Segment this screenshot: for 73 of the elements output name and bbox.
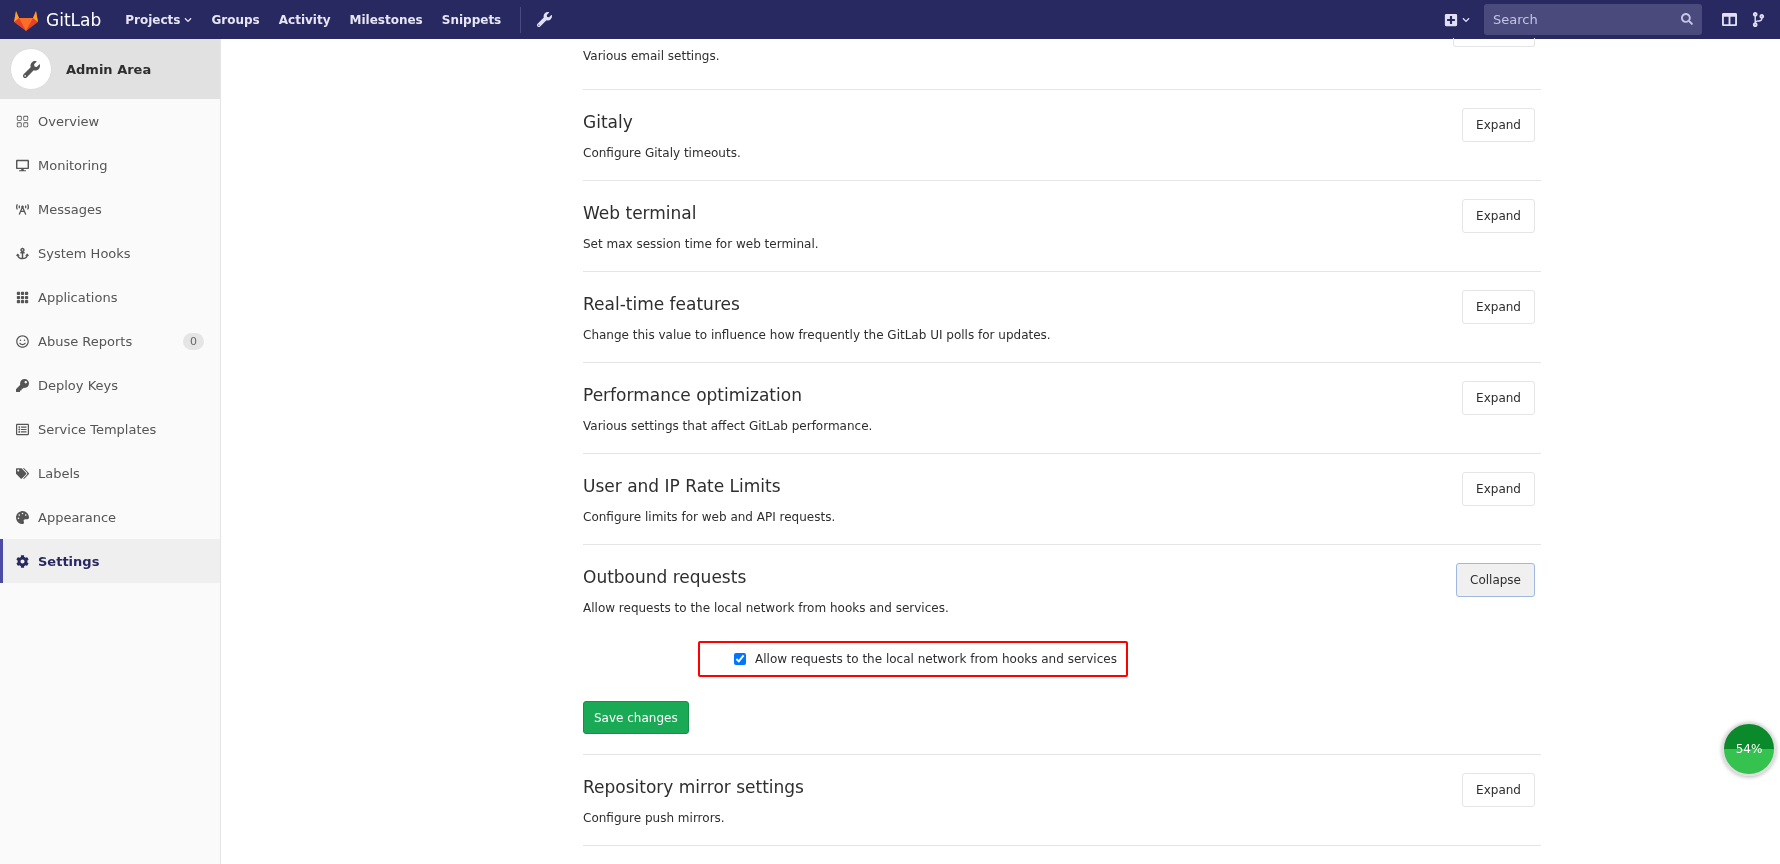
section-title: Web terminal [583, 203, 698, 223]
anchor-icon [16, 246, 29, 260]
expand-button[interactable]: Expand [1462, 472, 1535, 506]
sidebar-item-label: Applications [38, 289, 118, 305]
grid-icon [16, 290, 29, 304]
nav-link[interactable]: Milestones [349, 12, 423, 27]
sidebar-item-label: Messages [38, 201, 102, 217]
sidebar-item[interactable]: Deploy Keys [0, 363, 220, 407]
checkbox[interactable] [734, 653, 746, 665]
checkbox-label[interactable]: Allow requests to the local network from hooks and services [755, 652, 1117, 666]
sidebar-item-label: Labels [38, 465, 80, 481]
nav-link[interactable]: Activity [278, 12, 331, 27]
nav-link[interactable]: Projects [125, 12, 193, 27]
sidebar-item-label: Monitoring [38, 157, 108, 173]
collapse-button[interactable]: Collapse [1456, 563, 1535, 597]
sidebar-item-label: Overview [38, 113, 100, 129]
nav-link[interactable]: Groups [211, 12, 260, 27]
tags-icon [16, 466, 29, 480]
sidebar-item[interactable]: Labels [0, 451, 220, 495]
sidebar-item[interactable]: System Hooks [0, 231, 220, 275]
sidebar-item[interactable]: Overview [0, 99, 220, 143]
search-icon [1681, 13, 1693, 25]
section-description: Configure Gitaly timeouts. [583, 146, 742, 160]
expand-button[interactable]: Expand [1462, 199, 1535, 233]
list-icon [16, 422, 29, 436]
panel-icon[interactable] [1722, 12, 1737, 27]
section-title: Real-time features [583, 294, 741, 314]
sidebar-item-label: Deploy Keys [38, 377, 118, 393]
sidebar-item[interactable]: Service Templates [0, 407, 220, 451]
sidebar-item[interactable]: Appearance [0, 495, 220, 539]
new-item-icon[interactable] [1444, 12, 1470, 27]
sidebar-item-label: System Hooks [38, 245, 131, 261]
section-title: Outbound requests [583, 567, 748, 587]
chevron-down-icon [184, 15, 193, 24]
section-description: Set max session time for web terminal. [583, 237, 820, 251]
palette-icon [16, 510, 29, 524]
sidebar-item[interactable]: Abuse Reports 0 [0, 319, 220, 363]
broadcast-icon [16, 202, 29, 216]
search-field[interactable]: Search [1484, 4, 1702, 35]
section-description: Change this value to influence how frequently the GitLab UI polls for updates. [583, 328, 1052, 342]
merge-request-icon[interactable] [1751, 12, 1766, 27]
sidebar-item[interactable]: Monitoring [0, 143, 220, 187]
monitor-icon [16, 158, 29, 172]
section-title: Performance optimization [583, 385, 803, 405]
section-description: Various settings that affect GitLab performance. [583, 419, 874, 433]
section-description: Allow requests to the local network from hooks and services. [583, 601, 950, 615]
settings-icon [16, 554, 29, 568]
section-title: User and IP Rate Limits [583, 476, 782, 496]
grid-icon [16, 114, 29, 128]
sidebar-item-label: Service Templates [38, 421, 157, 437]
sidebar-item-label: Abuse Reports [38, 333, 133, 349]
section-description: Various email settings. [583, 49, 721, 63]
expand-button[interactable]: Expand [1462, 108, 1535, 142]
expand-button[interactable]: Expand [1462, 773, 1535, 807]
brand-name[interactable]: GitLab [46, 9, 102, 30]
sidebar-item-label: Settings [38, 553, 100, 569]
section-description: Configure push mirrors. [583, 811, 726, 825]
wrench-icon [10, 48, 52, 90]
sidebar-item[interactable]: Settings [0, 539, 220, 583]
key-icon [16, 378, 29, 392]
section-title: Gitaly [583, 112, 634, 132]
sidebar-item[interactable]: Applications [0, 275, 220, 319]
sidebar-item[interactable]: Messages [0, 187, 220, 231]
nav-link[interactable]: Snippets [441, 12, 502, 27]
face-icon [16, 334, 29, 348]
section-description: Configure limits for web and API requests. [583, 510, 837, 524]
expand-button[interactable]: Expand [1462, 290, 1535, 324]
wrench-icon[interactable] [537, 12, 553, 27]
count-badge: 0 [183, 332, 204, 350]
sidebar-title: Admin Area [66, 61, 152, 77]
section-title: Repository mirror settings [583, 777, 805, 797]
sidebar-item-label: Appearance [38, 509, 117, 525]
expand-button[interactable]: Expand [1462, 381, 1535, 415]
